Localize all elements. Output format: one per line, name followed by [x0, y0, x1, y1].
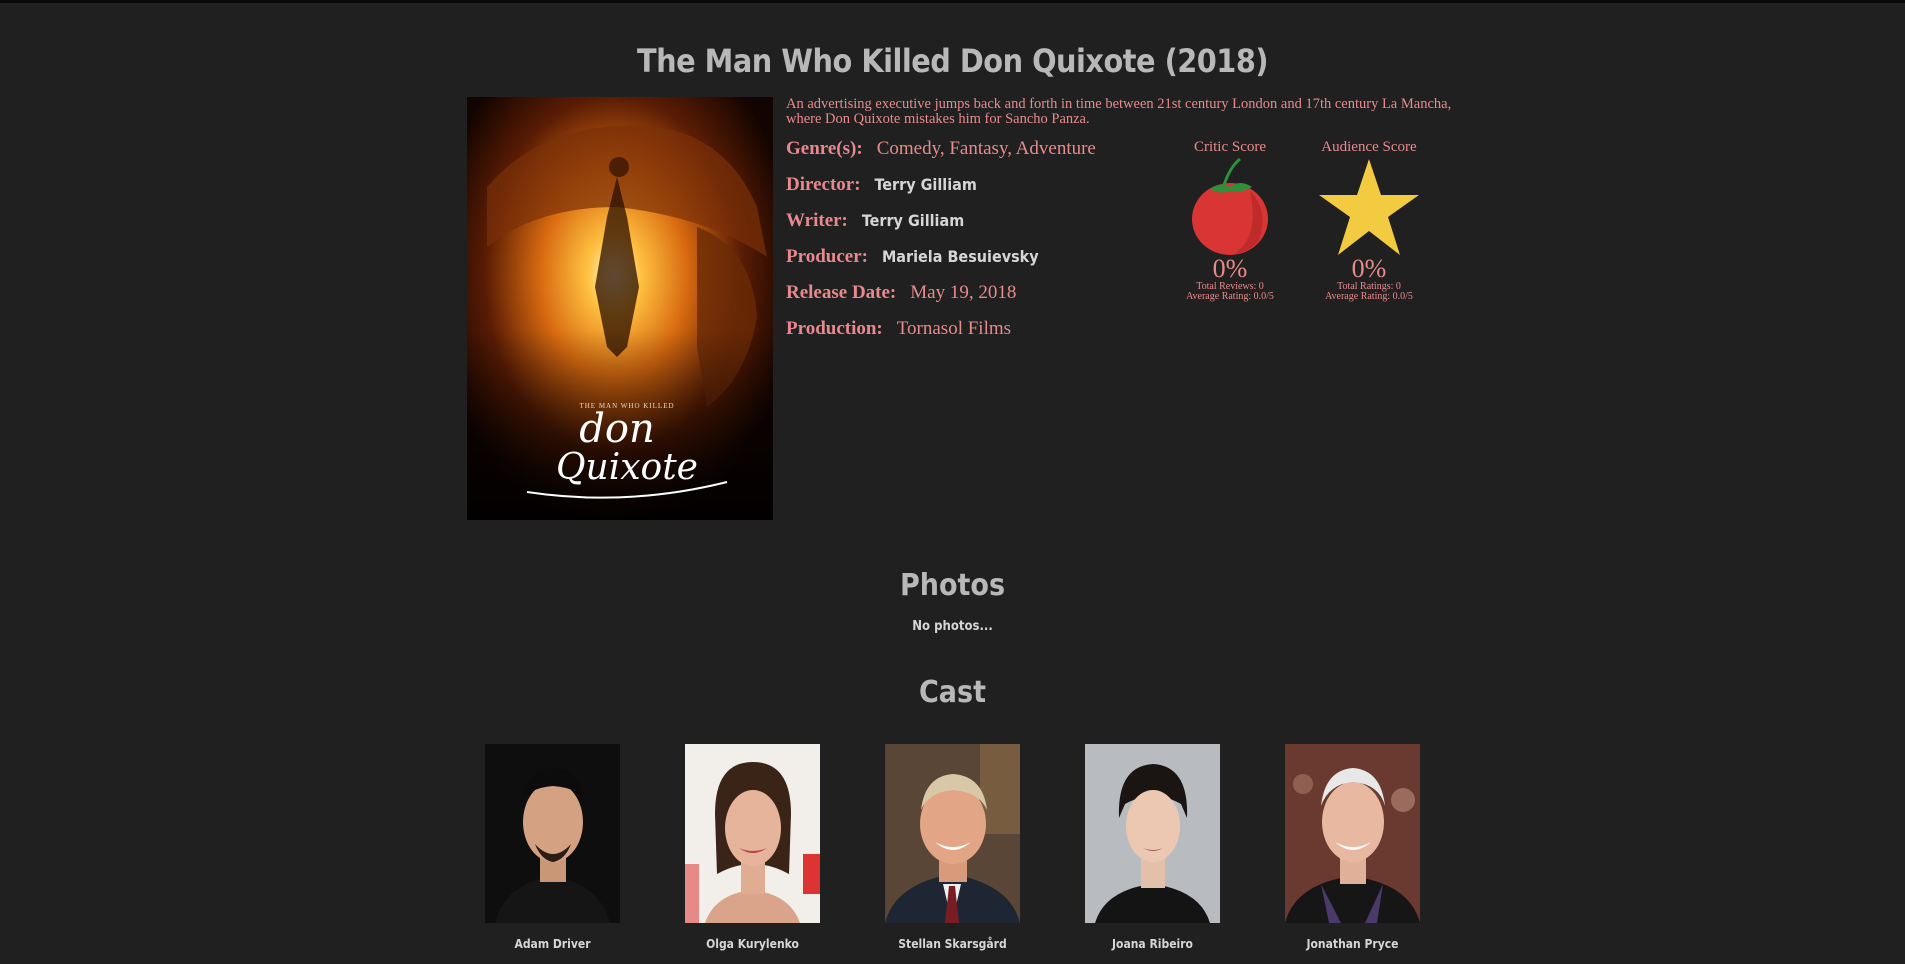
info-director: Director: Terry Gilliam	[786, 174, 1096, 210]
info-release-date: Release Date: May 19, 2018	[786, 282, 1096, 318]
cast-card[interactable]: Adam Driver	[485, 744, 620, 951]
audience-score-percent: 0%	[1351, 254, 1387, 283]
cast-heading: Cast	[919, 675, 986, 710]
critic-score-panel: Critic Score 0% Total Reviews: 0 Average…	[1160, 139, 1300, 302]
audience-score-panel: Audience Score 0% Total Ratings: 0 Avera…	[1299, 139, 1439, 302]
poster-script-line1: don	[579, 406, 654, 452]
cast-photo[interactable]	[885, 744, 1020, 923]
photos-heading: Photos	[899, 568, 1006, 603]
critic-score-heading: Critic Score	[1193, 139, 1267, 155]
cast-name[interactable]: Adam Driver	[465, 937, 640, 951]
writer-value[interactable]: Terry Gilliam	[862, 211, 964, 230]
movie-title: The Man Who Killed Don Quixote (2018)	[636, 42, 1269, 80]
movie-info-list: Genre(s): Comedy, Fantasy, Adventure Dir…	[786, 138, 1096, 354]
release-date-value: May 19, 2018	[910, 282, 1017, 303]
cast-photo[interactable]	[1085, 744, 1220, 923]
genres-value: Comedy, Fantasy, Adventure	[876, 138, 1096, 159]
movie-synopsis: An advertising executive jumps back and …	[786, 96, 1452, 127]
star-icon	[1299, 156, 1439, 258]
cast-photo[interactable]	[1285, 744, 1420, 923]
photos-empty-text: No photos...	[912, 619, 993, 634]
cast-name[interactable]: Olga Kurylenko	[665, 937, 840, 951]
cast-card[interactable]: Jonathan Pryce	[1285, 744, 1420, 951]
producer-label: Producer:	[786, 246, 868, 267]
audience-average-rating: Average Rating: 0.0/5	[1325, 291, 1413, 302]
audience-score-heading: Audience Score	[1321, 139, 1417, 155]
director-label: Director:	[786, 174, 861, 195]
info-production: Production: Tornasol Films	[786, 318, 1096, 354]
production-value: Tornasol Films	[896, 318, 1012, 339]
cast-name[interactable]: Joana Ribeiro	[1065, 937, 1240, 951]
cast-card[interactable]: Joana Ribeiro	[1085, 744, 1220, 951]
cast-card[interactable]: Stellan Skarsgård	[885, 744, 1020, 951]
cast-name[interactable]: Jonathan Pryce	[1265, 937, 1440, 951]
genres-label: Genre(s):	[786, 138, 863, 159]
cast-photo[interactable]	[685, 744, 820, 923]
cast-name[interactable]: Stellan Skarsgård	[865, 937, 1040, 951]
production-label: Production:	[786, 318, 883, 339]
poster-script-line2: Quixote	[556, 447, 698, 488]
producer-value[interactable]: Mariela Besuievsky	[882, 247, 1039, 266]
cast-card[interactable]: Olga Kurylenko	[685, 744, 820, 951]
writer-label: Writer:	[786, 210, 848, 231]
critic-score-percent: 0%	[1212, 254, 1248, 283]
tomato-icon	[1160, 156, 1300, 258]
info-producer: Producer: Mariela Besuievsky	[786, 246, 1096, 282]
critic-average-rating: Average Rating: 0.0/5	[1186, 291, 1274, 302]
release-date-label: Release Date:	[786, 282, 897, 303]
info-writer: Writer: Terry Gilliam	[786, 210, 1096, 246]
info-genres: Genre(s): Comedy, Fantasy, Adventure	[786, 138, 1096, 174]
director-value[interactable]: Terry Gilliam	[875, 175, 977, 194]
cast-photo[interactable]	[485, 744, 620, 923]
movie-poster: THE MAN WHO KILLED don Quixote	[467, 97, 773, 520]
top-border	[0, 0, 1905, 3]
